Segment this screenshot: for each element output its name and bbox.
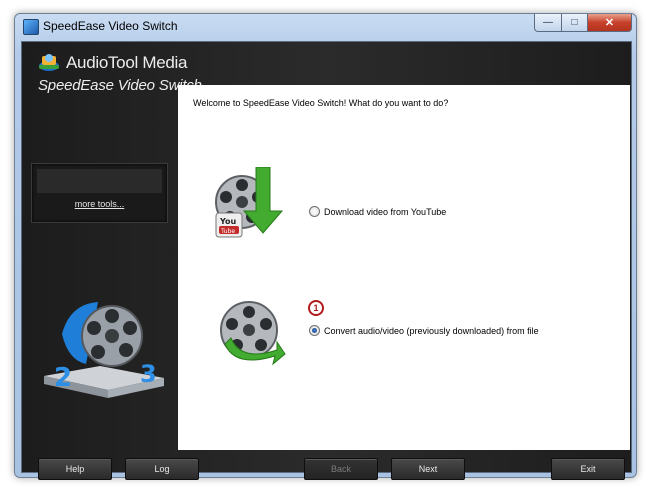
exit-button[interactable]: Exit [551, 458, 625, 480]
app-logo-icon [39, 54, 59, 71]
window-title: SpeedEase Video Switch [43, 19, 178, 33]
brand-name: AudioTool Media [66, 53, 188, 72]
svg-text:3: 3 [140, 360, 157, 388]
close-button[interactable]: ✕ [588, 14, 632, 32]
client-area: AudioTool Media SpeedEase Video Switch m… [21, 41, 632, 480]
svg-text:2: 2 [54, 363, 72, 393]
download-youtube-label: Download video from YouTube [324, 206, 447, 217]
minimize-button[interactable]: — [534, 14, 562, 32]
more-tools-box: more tools... [31, 163, 168, 223]
wizard-panel: Welcome to SpeedEase Video Switch! What … [178, 85, 630, 450]
welcome-text: Welcome to SpeedEase Video Switch! What … [193, 98, 449, 108]
app-window: SpeedEase Video Switch — □ ✕ AudioTool M… [14, 13, 637, 480]
help-button[interactable]: Help [38, 458, 112, 480]
title-bar[interactable]: SpeedEase Video Switch — □ ✕ [15, 14, 636, 40]
download-youtube-radio[interactable] [309, 206, 320, 217]
more-tools-link[interactable]: more tools... [32, 199, 167, 209]
app-icon [23, 19, 39, 35]
convert-file-icon [220, 301, 286, 366]
annotation-marker: 1 [308, 300, 324, 316]
convert-file-radio[interactable] [309, 325, 320, 336]
convert-file-label: Convert audio/video (previously download… [324, 325, 539, 336]
svg-text:Tube: Tube [220, 228, 235, 235]
next-button[interactable]: Next [391, 458, 465, 480]
maximize-button[interactable]: □ [562, 14, 588, 32]
option-download-youtube[interactable]: Download video from YouTube [309, 206, 446, 217]
back-button[interactable]: Back [304, 458, 378, 480]
film-reel-art-icon: 2 3 [44, 302, 164, 398]
tools-placeholder [37, 169, 162, 193]
window-controls: — □ ✕ [534, 14, 632, 32]
youtube-download-icon: You Tube [215, 167, 284, 238]
log-button[interactable]: Log [125, 458, 199, 480]
option-convert-file[interactable]: Convert audio/video (previously download… [309, 325, 539, 336]
svg-text:You: You [219, 217, 237, 226]
